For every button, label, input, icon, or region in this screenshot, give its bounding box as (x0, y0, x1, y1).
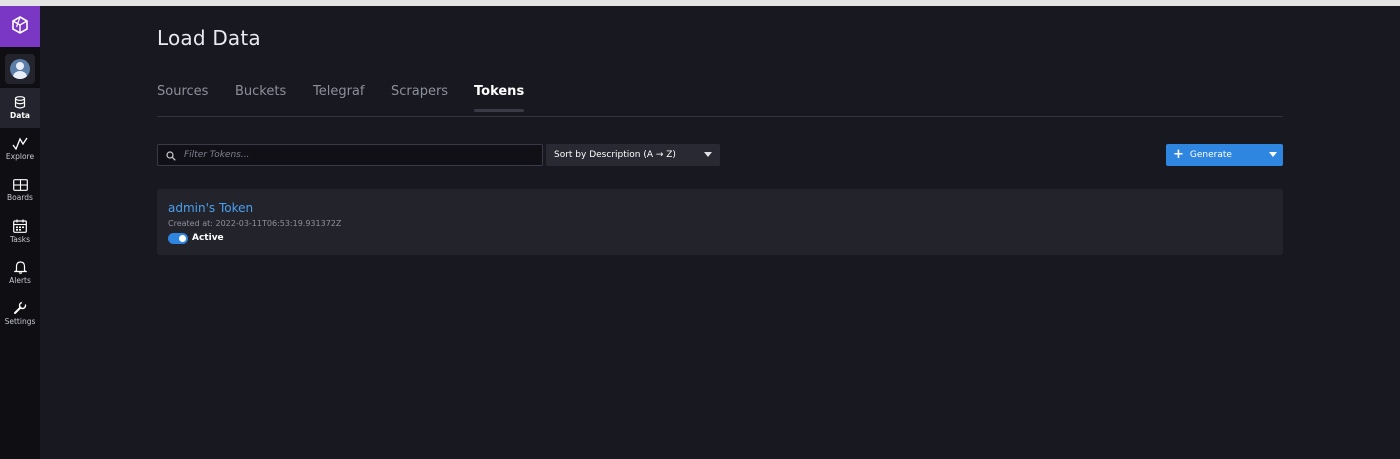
tab-tokens[interactable]: Tokens (474, 84, 525, 116)
sidebar-item-settings[interactable]: Settings (0, 293, 40, 333)
browser-top-strip (0, 0, 1400, 6)
generate-dropdown-toggle[interactable] (1262, 144, 1283, 166)
filter-tokens-field[interactable] (157, 144, 543, 166)
sidebar-item-label: Settings (4, 316, 36, 326)
sidebar-item-data[interactable]: Data (0, 88, 40, 128)
sidebar-item-label: Explore (5, 152, 35, 161)
tab-scrapers[interactable]: Scrapers (391, 84, 448, 116)
sidebar-item-label: Data (10, 111, 30, 120)
generate-button[interactable]: + Generate (1166, 144, 1283, 166)
calendar-icon (13, 219, 27, 233)
sidebar-item-tasks[interactable]: Tasks (0, 211, 40, 251)
sort-dropdown-label: Sort by Description (A → Z) (554, 150, 676, 160)
tab-divider (157, 116, 1283, 117)
token-status-toggle[interactable] (168, 233, 188, 244)
graph-icon (12, 137, 28, 150)
token-created-at: Created at: 2022-03-11T06:53:19.931372Z (168, 219, 342, 228)
sidebar-item-boards[interactable]: Boards (0, 170, 40, 210)
sidebar-item-explore[interactable]: Explore (0, 129, 40, 169)
wrench-icon (13, 300, 27, 315)
search-icon (158, 146, 176, 165)
generate-main[interactable]: + Generate (1166, 144, 1262, 166)
chevron-down-icon (1269, 152, 1277, 157)
bell-icon (13, 260, 27, 274)
tab-buckets[interactable]: Buckets (235, 84, 286, 116)
sidebar-item-label: Alerts (9, 275, 31, 285)
app-logo[interactable] (0, 6, 40, 47)
avatar-icon (10, 59, 30, 79)
token-name-link[interactable]: admin's Token (168, 201, 253, 215)
database-icon (14, 96, 26, 109)
token-card: admin's Token Created at: 2022-03-11T06:… (157, 189, 1283, 255)
chevron-down-icon (704, 152, 712, 157)
dashboard-icon (12, 178, 28, 191)
tab-sources[interactable]: Sources (157, 84, 208, 116)
page-title: Load Data (157, 26, 261, 50)
plus-icon: + (1173, 147, 1184, 162)
influxdb-cubo-icon (10, 15, 30, 39)
sidebar: Data Explore Boards Tasks Alerts Setting… (0, 6, 40, 459)
user-avatar[interactable] (5, 54, 35, 84)
filter-tokens-input[interactable] (182, 149, 526, 161)
token-status-label: Active (192, 233, 224, 243)
generate-button-label: Generate (1189, 150, 1232, 160)
sidebar-item-label: Boards (7, 192, 33, 202)
tab-telegraf[interactable]: Telegraf (313, 84, 364, 116)
sort-dropdown[interactable]: Sort by Description (A → Z) (546, 144, 720, 166)
sidebar-item-label: Tasks (9, 234, 31, 244)
sidebar-item-alerts[interactable]: Alerts (0, 252, 40, 292)
